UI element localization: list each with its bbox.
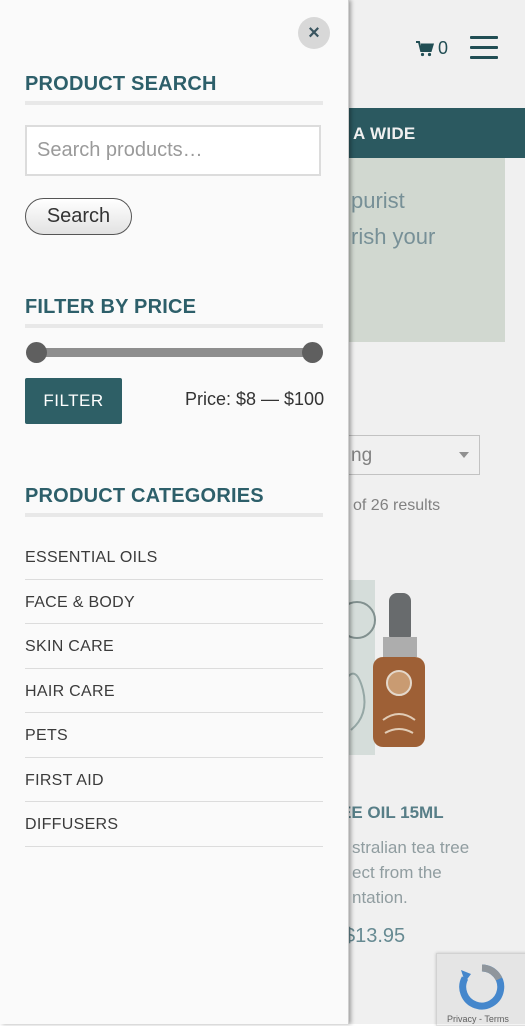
- product-search-title: PRODUCT SEARCH: [25, 73, 217, 95]
- filter-by-price-title: FILTER BY PRICE: [25, 296, 197, 318]
- divider: [25, 101, 323, 105]
- category-item[interactable]: SKIN CARE: [25, 625, 323, 669]
- filter-sidebar: × PRODUCT SEARCH Search FILTER BY PRICE …: [0, 0, 349, 1024]
- price-slider-track[interactable]: [36, 348, 312, 357]
- category-item[interactable]: DIFFUSERS: [25, 803, 323, 847]
- search-input[interactable]: [25, 125, 321, 176]
- category-list: ESSENTIAL OILS FACE & BODY SKIN CARE HAI…: [25, 536, 323, 847]
- divider: [25, 513, 323, 517]
- filter-button[interactable]: FILTER: [25, 378, 122, 424]
- category-item[interactable]: FIRST AID: [25, 759, 323, 802]
- category-item[interactable]: FACE & BODY: [25, 581, 323, 624]
- close-icon[interactable]: ×: [298, 17, 330, 49]
- category-item[interactable]: PETS: [25, 714, 323, 758]
- price-range-label: Price: $8 — $100: [185, 389, 325, 409]
- category-item[interactable]: HAIR CARE: [25, 670, 323, 713]
- price-slider-min-handle[interactable]: [25, 342, 47, 363]
- category-item[interactable]: ESSENTIAL OILS: [25, 536, 323, 580]
- search-button[interactable]: Search: [25, 198, 132, 235]
- product-categories-title: PRODUCT CATEGORIES: [25, 485, 264, 507]
- price-slider-max-handle[interactable]: [301, 342, 323, 363]
- divider: [25, 324, 323, 328]
